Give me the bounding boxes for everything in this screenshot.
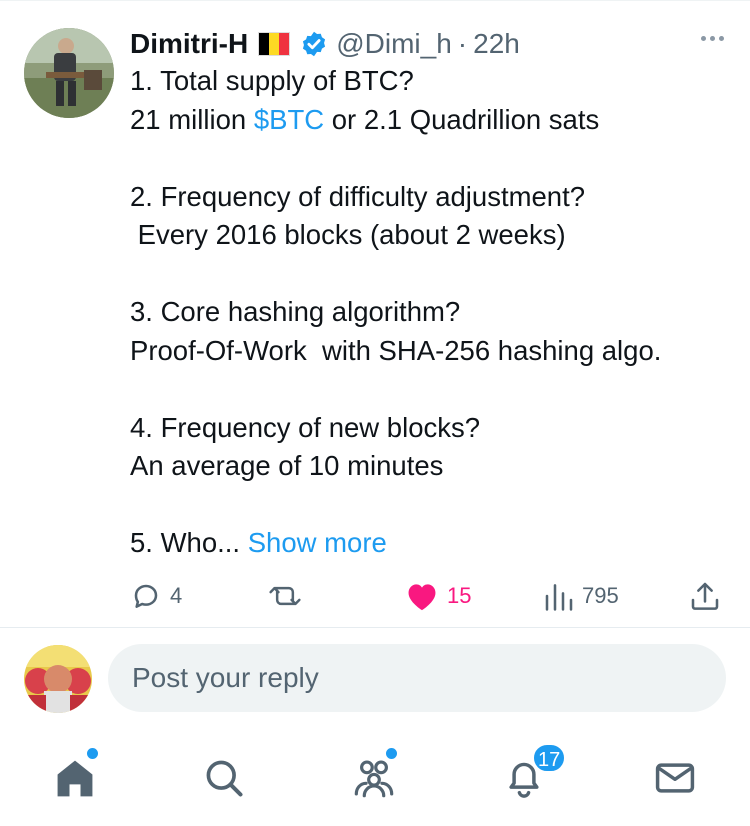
text-line: 2. Frequency of difficulty adjustment? [130,180,586,212]
communities-icon [354,760,394,798]
views-button[interactable]: 795 [544,576,619,616]
analytics-icon [545,584,573,611]
text-line: 21 million $BTC or 2.1 Quadrillion sats [130,101,730,140]
belgium-flag-icon [258,32,291,56]
like-count: 15 [447,583,472,608]
text-line: 4. Frequency of new blocks? [130,411,481,443]
retweet-icon [269,586,301,606]
user-avatar[interactable] [24,645,92,713]
text-line: 3. Core hashing algorithm? [130,296,461,327]
author-avatar[interactable] [24,28,114,118]
reply-count: 4 [170,583,183,608]
home-unread-dot [85,746,100,761]
text-segment: 21 million [130,103,254,135]
text-segment: or 2.1 Quadrillion sats [324,103,600,135]
tweet-body: 1. Total supply of BTC? 21 million $BTC … [130,62,730,563]
text-line: 5. Who... Show more [130,524,730,563]
search-icon [206,760,243,797]
retweet-button[interactable] [268,576,310,616]
heart-icon [408,584,436,611]
more-options-icon[interactable] [701,36,724,41]
cashtag-link[interactable]: $BTC [254,104,324,135]
timestamp[interactable]: 22h [473,28,520,60]
tab-search[interactable] [194,748,254,808]
text-segment: 5. Who... [130,527,241,558]
text-line: An average of 10 minutes [130,450,444,481]
text-line: Proof-Of-Work with SHA-256 hashing algo. [130,334,662,366]
reply-button[interactable]: 4 [130,576,182,616]
bottom-tab-bar: 17 [0,730,750,826]
text-line: 1. Total supply of BTC? [130,65,414,96]
divider [0,627,750,628]
messages-icon [655,763,695,793]
display-name[interactable]: Dimitri-H [130,28,248,60]
action-bar: 4 15 795 [130,576,730,616]
tab-messages[interactable] [645,748,705,808]
verified-badge-icon [303,31,326,57]
reply-input[interactable] [108,644,726,712]
tweet[interactable]: Dimitri-H @Dimi_h · 22h 1. Total supply … [0,0,750,627]
communities-unread-dot [384,746,399,761]
home-icon [57,760,93,797]
view-count: 795 [582,583,619,608]
share-icon [691,582,719,610]
show-more-link[interactable]: Show more [248,527,387,558]
share-button[interactable] [690,576,720,616]
handle[interactable]: @Dimi_h [336,28,452,60]
like-button[interactable]: 15 [405,576,471,616]
separator-dot: · [457,28,468,59]
text-line: Every 2016 blocks (about 2 weeks) [130,219,566,250]
tweet-header: Dimitri-H @Dimi_h · 22h [130,24,520,64]
reply-icon [134,584,158,608]
notifications-count-badge: 17 [532,743,567,773]
